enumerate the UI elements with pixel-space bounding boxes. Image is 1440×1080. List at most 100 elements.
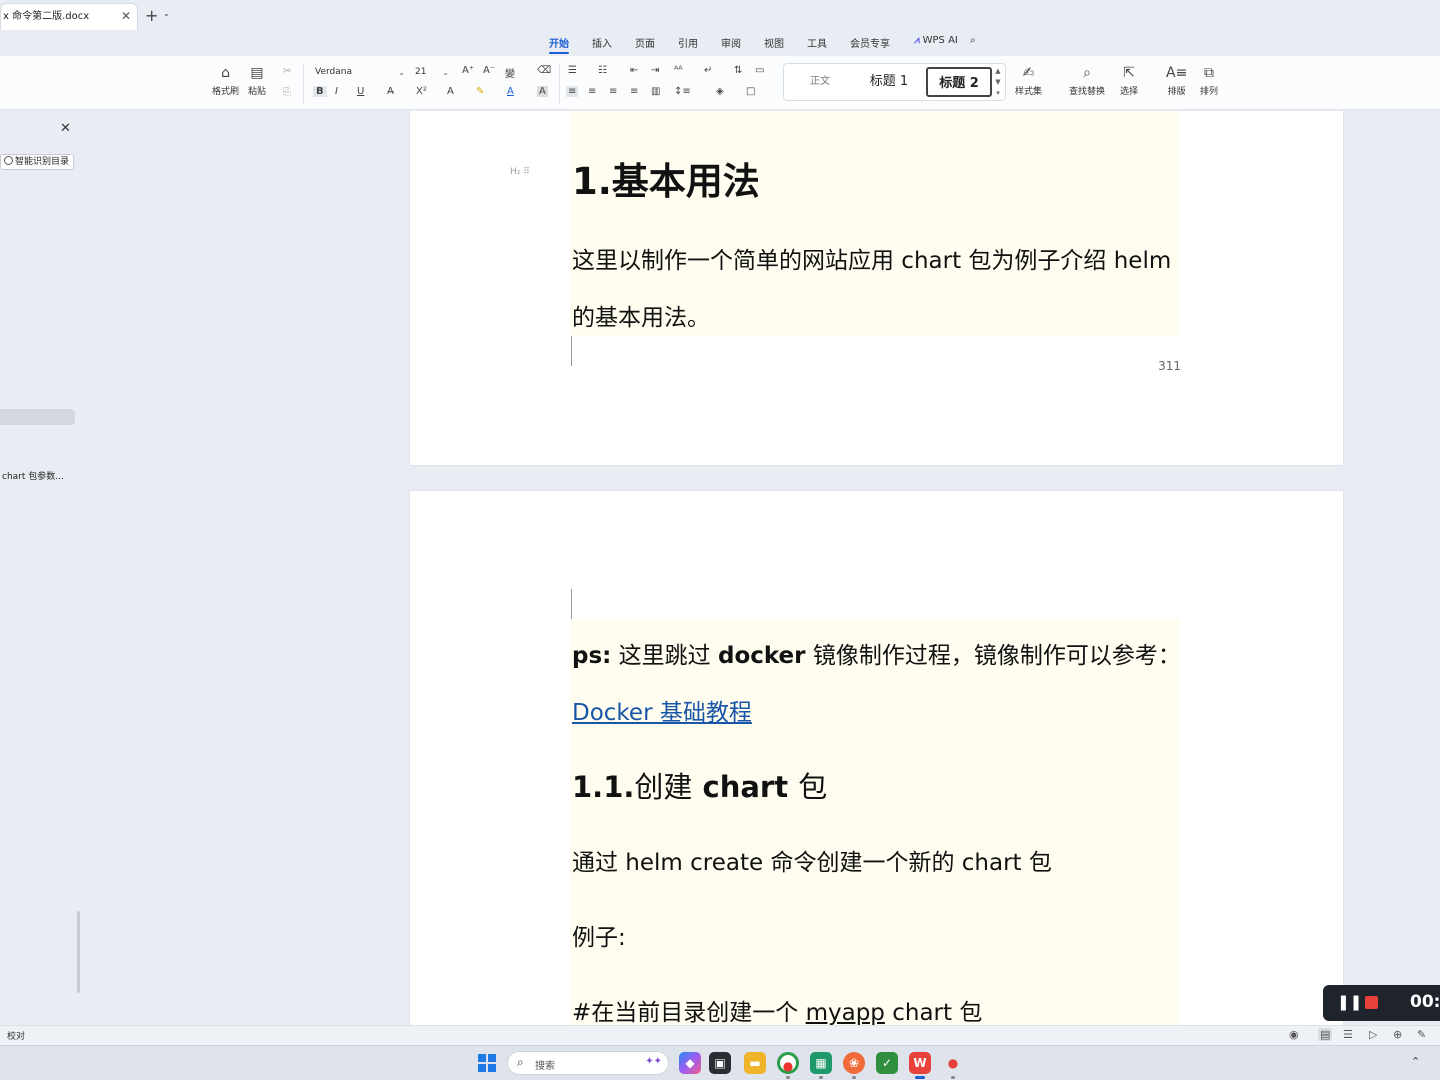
style-set-button[interactable]: ✍ 样式集	[1015, 64, 1042, 97]
clear-format-icon[interactable]: ⌫	[537, 65, 551, 76]
highlight-icon[interactable]: ✎	[476, 86, 484, 97]
chevron-down-icon[interactable]: ⌄	[163, 9, 170, 18]
paragraph-line: 的基本用法。	[572, 305, 710, 331]
play-icon[interactable]: ▷	[1369, 1028, 1377, 1041]
arrange-label: 排列	[1200, 87, 1219, 97]
phonetic-icon[interactable]: 變	[505, 65, 515, 80]
cut-icon[interactable]: ✂	[283, 66, 291, 77]
new-tab-icon[interactable]: +	[145, 6, 158, 25]
grow-font-icon[interactable]: A⁺	[462, 65, 474, 76]
ps-docker: docker	[717, 643, 806, 669]
wps-icon[interactable]: W	[909, 1052, 931, 1074]
stop-icon[interactable]	[1365, 996, 1378, 1009]
justify-icon[interactable]: ≡	[630, 86, 638, 97]
outline-view-icon[interactable]: ☰	[1343, 1028, 1353, 1041]
app-icon[interactable]: ✓	[876, 1052, 898, 1074]
typeset-button[interactable]: A≡ 排版	[1166, 64, 1187, 97]
text-direction-icon[interactable]: ᴬᴬ	[674, 65, 683, 76]
menu-home[interactable]: 开始	[549, 35, 569, 54]
underline-icon[interactable]: U	[357, 86, 364, 97]
find-replace-button[interactable]: ⌕ 查找替换	[1069, 64, 1105, 97]
pen-icon[interactable]: ✎	[1417, 1028, 1426, 1041]
shading-icon[interactable]: ◈	[716, 86, 724, 97]
align-right-icon[interactable]: ≡	[609, 86, 617, 97]
style-heading-1[interactable]: 标题 1	[856, 67, 922, 97]
sort-icon[interactable]: ⇅	[734, 65, 742, 76]
chrome-icon[interactable]: ●	[777, 1052, 799, 1074]
show-marks-icon[interactable]: ▭	[755, 65, 764, 76]
file-explorer-icon[interactable]: ▬	[744, 1052, 766, 1074]
divider	[559, 64, 560, 104]
select-label: 选择	[1120, 87, 1139, 97]
font-color-icon[interactable]: A	[507, 86, 514, 97]
menu-page[interactable]: 页面	[635, 35, 655, 50]
menu-view[interactable]: 视图	[764, 35, 784, 50]
menu-references[interactable]: 引用	[678, 35, 698, 50]
char-shading-icon[interactable]: A	[537, 86, 548, 97]
font-size-value: 21	[415, 67, 427, 77]
menu-insert[interactable]: 插入	[592, 35, 612, 50]
text-effect-icon[interactable]: A	[447, 86, 454, 97]
copilot-icon[interactable]: ◆	[679, 1052, 701, 1074]
search-icon[interactable]: ⌕	[970, 35, 976, 46]
menu-bar: 开始 插入 页面 引用 审阅 视图 工具 会员专享 ⩘ WPS AI ⌕	[0, 32, 1440, 56]
docker-tutorial-link[interactable]: Docker 基础教程	[572, 693, 752, 727]
menu-tools[interactable]: 工具	[807, 35, 827, 50]
proofread-status[interactable]: 校对	[7, 1029, 25, 1042]
decrease-indent-icon[interactable]: ⇤	[630, 65, 638, 76]
app-icon[interactable]: ▦	[810, 1052, 832, 1074]
font-family-select[interactable]: Verdana ⌄	[311, 65, 407, 80]
close-icon[interactable]: ✕	[60, 121, 71, 136]
eye-icon[interactable]: ◉	[1289, 1028, 1299, 1041]
paste-button[interactable]: ▤ 粘贴	[248, 64, 266, 97]
taskbar-search[interactable]: ⌕ 搜索 ✦✦	[507, 1051, 669, 1075]
comment-text: chart 包	[892, 1000, 983, 1025]
cursor-icon: ⇱	[1123, 65, 1135, 81]
format-painter-button[interactable]: ⌂ 格式刷	[212, 64, 239, 97]
circle-icon	[4, 156, 13, 165]
selected-toc-item[interactable]	[0, 409, 75, 425]
align-left-icon[interactable]: ≡	[566, 86, 579, 97]
gallery-scroll[interactable]: ▲ ▼ ▾	[993, 66, 1003, 99]
arrange-button[interactable]: ⧉ 排列	[1200, 64, 1218, 97]
running-indicator	[852, 1076, 856, 1079]
wps-ai-icon: ⩘	[914, 35, 920, 46]
smart-toc-button[interactable]: 智能识别目录	[0, 154, 74, 170]
style-normal[interactable]: 正文	[790, 67, 850, 97]
italic-icon[interactable]: I	[335, 86, 338, 97]
ps-note: ps: 这里跳过 docker 镜像制作过程，镜像制作可以参考：	[572, 636, 1181, 670]
select-button[interactable]: ⇱ 选择	[1120, 64, 1138, 97]
menu-member[interactable]: 会员专享	[850, 35, 890, 50]
app-icon[interactable]: ●	[942, 1052, 964, 1074]
task-view-icon[interactable]: ▣	[709, 1052, 731, 1074]
app-icon[interactable]: ❀	[843, 1052, 865, 1074]
pause-icon[interactable]: ❚❚	[1337, 993, 1362, 1011]
style-heading-2[interactable]: 标题 2	[926, 67, 992, 97]
font-size-select[interactable]: 21 ⌄	[411, 65, 451, 80]
border-icon[interactable]: □	[746, 86, 755, 97]
distribute-icon[interactable]: ▥	[651, 86, 660, 97]
line-break-icon[interactable]: ↵	[704, 65, 712, 76]
windows-start-icon[interactable]	[478, 1054, 496, 1072]
copy-icon[interactable]: ⎘	[283, 87, 291, 98]
document-tab[interactable]: x 命令第二版.docx ✕	[0, 3, 138, 30]
strikethrough-icon[interactable]: A̶	[387, 86, 394, 97]
numbered-list-icon[interactable]: ☷	[598, 65, 607, 76]
chevron-up-icon[interactable]: ⌃	[1411, 1055, 1420, 1068]
toc-item[interactable]: chart 包参数...	[2, 469, 64, 482]
superscript-icon[interactable]: X²	[416, 86, 427, 97]
line-spacing-icon[interactable]: ↕≡	[674, 86, 691, 97]
bold-icon[interactable]: B	[313, 86, 327, 97]
bullet-list-icon[interactable]: ☰	[568, 65, 577, 76]
close-tab-icon[interactable]: ✕	[121, 4, 131, 29]
divider	[303, 64, 304, 104]
align-center-icon[interactable]: ≡	[588, 86, 596, 97]
menu-wps-ai[interactable]: ⩘ WPS AI	[914, 35, 958, 46]
sidebar-scrollbar[interactable]	[77, 911, 80, 993]
heading-marker[interactable]: H₂ ⠿	[510, 167, 530, 177]
increase-indent-icon[interactable]: ⇥	[651, 65, 659, 76]
web-view-icon[interactable]: ⊕	[1393, 1028, 1402, 1041]
page-view-icon[interactable]: ▤	[1318, 1028, 1333, 1041]
shrink-font-icon[interactable]: A⁻	[483, 65, 495, 76]
menu-review[interactable]: 审阅	[721, 35, 741, 50]
